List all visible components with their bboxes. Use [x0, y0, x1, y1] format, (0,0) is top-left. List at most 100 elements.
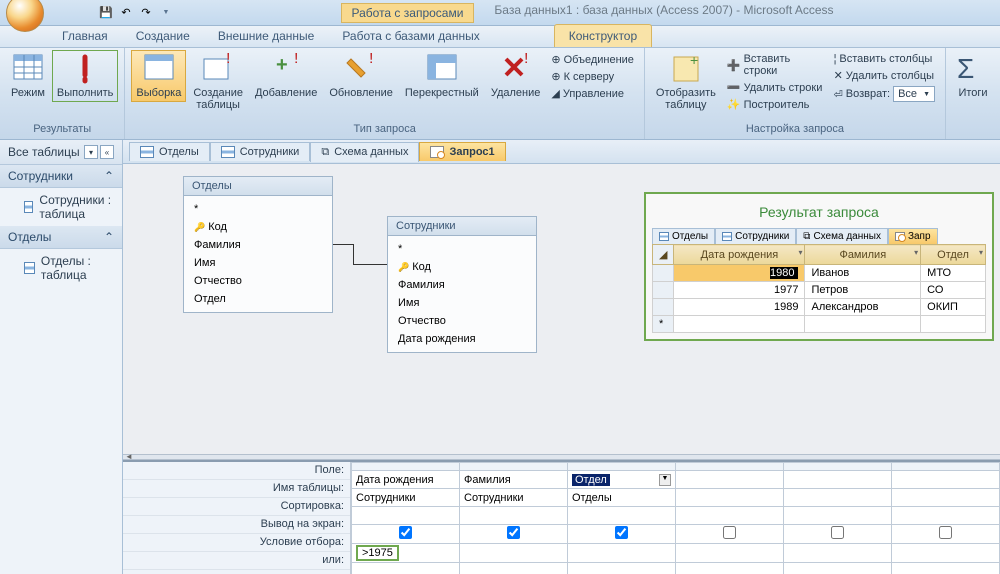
- group-results: Результаты: [6, 123, 118, 137]
- nav-item-sotrudniki-table[interactable]: Сотрудники : таблица: [0, 188, 122, 226]
- table-icon: [24, 262, 35, 274]
- relationship-icon: ⧉: [803, 231, 810, 242]
- show-checkbox[interactable]: [615, 526, 628, 539]
- doctab-sotrudniki[interactable]: Сотрудники: [210, 142, 311, 161]
- doctab-zapros1[interactable]: Запрос1: [419, 142, 505, 161]
- nav-item-otdely-table[interactable]: Отделы : таблица: [0, 249, 122, 287]
- table-row[interactable]: 1980ИвановМТО: [653, 265, 986, 282]
- result-tab[interactable]: Отделы: [652, 228, 715, 244]
- query-designer[interactable]: Отделы * Код Фамилия Имя Отчество Отдел …: [123, 164, 1000, 454]
- nav-dropdown-icon[interactable]: ▾: [84, 145, 98, 159]
- document-area: Отделы Сотрудники ⧉Схема данных Запрос1 …: [123, 140, 1000, 574]
- passthrough-button[interactable]: ⊕К серверу: [549, 69, 636, 84]
- qbe-table-row[interactable]: СотрудникиСотрудникиОтделы: [352, 489, 1000, 507]
- totals-button[interactable]: Σ Итоги: [952, 50, 994, 102]
- svg-text:!: !: [369, 53, 373, 67]
- qbe-sort-row[interactable]: [352, 507, 1000, 525]
- result-title: Результат запроса: [652, 200, 986, 228]
- qbe-field-row[interactable]: Дата рождения Фамилия Отдел▼: [352, 471, 1000, 489]
- showtable-icon: +: [670, 53, 702, 85]
- relationship-icon: ⧉: [321, 146, 329, 159]
- col-header[interactable]: Отдел▾: [921, 245, 986, 265]
- save-icon[interactable]: 💾: [98, 5, 114, 21]
- fieldlist-sotrudniki[interactable]: Сотрудники * Код Фамилия Имя Отчество Да…: [387, 216, 537, 353]
- delete-rows-button[interactable]: ➖Удалить строки: [725, 80, 826, 95]
- fieldlist-otdely[interactable]: Отделы * Код Фамилия Имя Отчество Отдел: [183, 176, 333, 313]
- show-checkbox[interactable]: [399, 526, 412, 539]
- run-button[interactable]: Выполнить: [52, 50, 118, 102]
- svg-text:+: +: [276, 54, 288, 76]
- show-checkbox[interactable]: [723, 526, 736, 539]
- chevron-up-icon: ⌃: [104, 169, 114, 183]
- relationship-line[interactable]: [333, 244, 353, 245]
- result-tab[interactable]: ⧉Схема данных: [796, 228, 888, 244]
- doctab-schema[interactable]: ⧉Схема данных: [310, 142, 419, 162]
- relationship-line[interactable]: [353, 244, 354, 264]
- tab-external[interactable]: Внешние данные: [204, 25, 329, 47]
- qbe-criteria-row[interactable]: >1975: [352, 544, 1000, 563]
- qbe-row-labels: Поле: Имя таблицы: Сортировка: Вывод на …: [123, 462, 351, 574]
- dropdown-icon[interactable]: ▼: [659, 474, 671, 486]
- redo-icon[interactable]: ↷: [138, 5, 154, 21]
- result-grid: ◢ Дата рождения▾ Фамилия▾ Отдел▾ 1980Ива…: [652, 244, 986, 333]
- undo-icon[interactable]: ↶: [118, 5, 134, 21]
- document-tabs: Отделы Сотрудники ⧉Схема данных Запрос1: [123, 140, 1000, 164]
- datadef-button[interactable]: ◢Управление: [549, 86, 636, 101]
- table-row[interactable]: *: [653, 316, 986, 333]
- result-tab[interactable]: Запр: [888, 228, 938, 244]
- insert-cols-button[interactable]: ¦Вставить столбцы: [832, 52, 937, 66]
- view-button[interactable]: Режим: [6, 50, 50, 102]
- tab-create[interactable]: Создание: [122, 25, 204, 47]
- table-row[interactable]: 1989АлександровОКИП: [653, 299, 986, 316]
- insert-rows-button[interactable]: ➕Вставить строки: [725, 52, 826, 78]
- criteria-cell[interactable]: >1975: [356, 545, 399, 561]
- table-icon: [24, 201, 33, 213]
- query-icon: [430, 146, 444, 158]
- nav-section-sotrudniki[interactable]: Сотрудники⌃: [0, 165, 122, 188]
- maketable-button[interactable]: ! Создание таблицы: [188, 50, 248, 114]
- showtable-button[interactable]: + Отобразить таблицу: [651, 50, 721, 114]
- update-button[interactable]: ! Обновление: [324, 50, 398, 102]
- titlebar: 💾 ↶ ↷ ▼ Работа с запросами База данных1 …: [0, 0, 1000, 26]
- splitter[interactable]: [123, 454, 1000, 460]
- tab-home[interactable]: Главная: [48, 25, 122, 47]
- ddl-icon: ◢: [551, 87, 559, 100]
- table-row[interactable]: 1977ПетровСО: [653, 282, 986, 299]
- delete-cols-button[interactable]: ✕Удалить столбцы: [832, 68, 937, 83]
- show-checkbox[interactable]: [939, 526, 952, 539]
- doctab-otdely[interactable]: Отделы: [129, 142, 210, 161]
- tab-design[interactable]: Конструктор: [554, 24, 652, 47]
- result-panel: Результат запроса Отделы Сотрудники ⧉Схе…: [644, 192, 994, 341]
- show-checkbox[interactable]: [507, 526, 520, 539]
- result-tab[interactable]: Сотрудники: [715, 228, 796, 244]
- qbe-show-row[interactable]: [352, 525, 1000, 544]
- nav-collapse-icon[interactable]: «: [100, 145, 114, 159]
- row-selector-header[interactable]: ◢: [653, 245, 674, 265]
- sigma-icon: Σ: [957, 53, 989, 85]
- union-button[interactable]: ⊕Объединение: [549, 52, 636, 67]
- select-query-button[interactable]: Выборка: [131, 50, 186, 102]
- ribbon: Режим Выполнить Результаты Выборка ! Соз…: [0, 48, 1000, 140]
- col-header[interactable]: Дата рождения▾: [674, 245, 805, 265]
- server-icon: ⊕: [551, 70, 560, 83]
- nav-section-otdely[interactable]: Отделы⌃: [0, 226, 122, 249]
- query-icon: [895, 232, 905, 241]
- qbe-or-row[interactable]: [352, 563, 1000, 574]
- show-checkbox[interactable]: [831, 526, 844, 539]
- delete-query-button[interactable]: ! Удаление: [486, 50, 546, 102]
- exclamation-icon: [69, 53, 101, 85]
- insert-row-icon: ➕: [727, 59, 741, 72]
- crosstab-button[interactable]: Перекрестный: [400, 50, 484, 102]
- qat-dropdown-icon[interactable]: ▼: [158, 5, 174, 21]
- col-header[interactable]: Фамилия▾: [805, 245, 921, 265]
- nav-header[interactable]: Все таблицы ▾«: [0, 140, 122, 165]
- tab-dbtools[interactable]: Работа с базами данных: [328, 25, 493, 47]
- builder-button[interactable]: ✨Построитель: [725, 97, 826, 112]
- builder-icon: ✨: [727, 98, 741, 111]
- quick-access-toolbar: 💾 ↶ ↷ ▼: [98, 5, 174, 21]
- main-area: Все таблицы ▾« Сотрудники⌃ Сотрудники : …: [0, 140, 1000, 574]
- relationship-line[interactable]: [353, 264, 387, 265]
- append-button[interactable]: +! Добавление: [250, 50, 322, 102]
- append-icon: +!: [270, 53, 302, 85]
- return-combo[interactable]: Все▼: [893, 86, 935, 102]
